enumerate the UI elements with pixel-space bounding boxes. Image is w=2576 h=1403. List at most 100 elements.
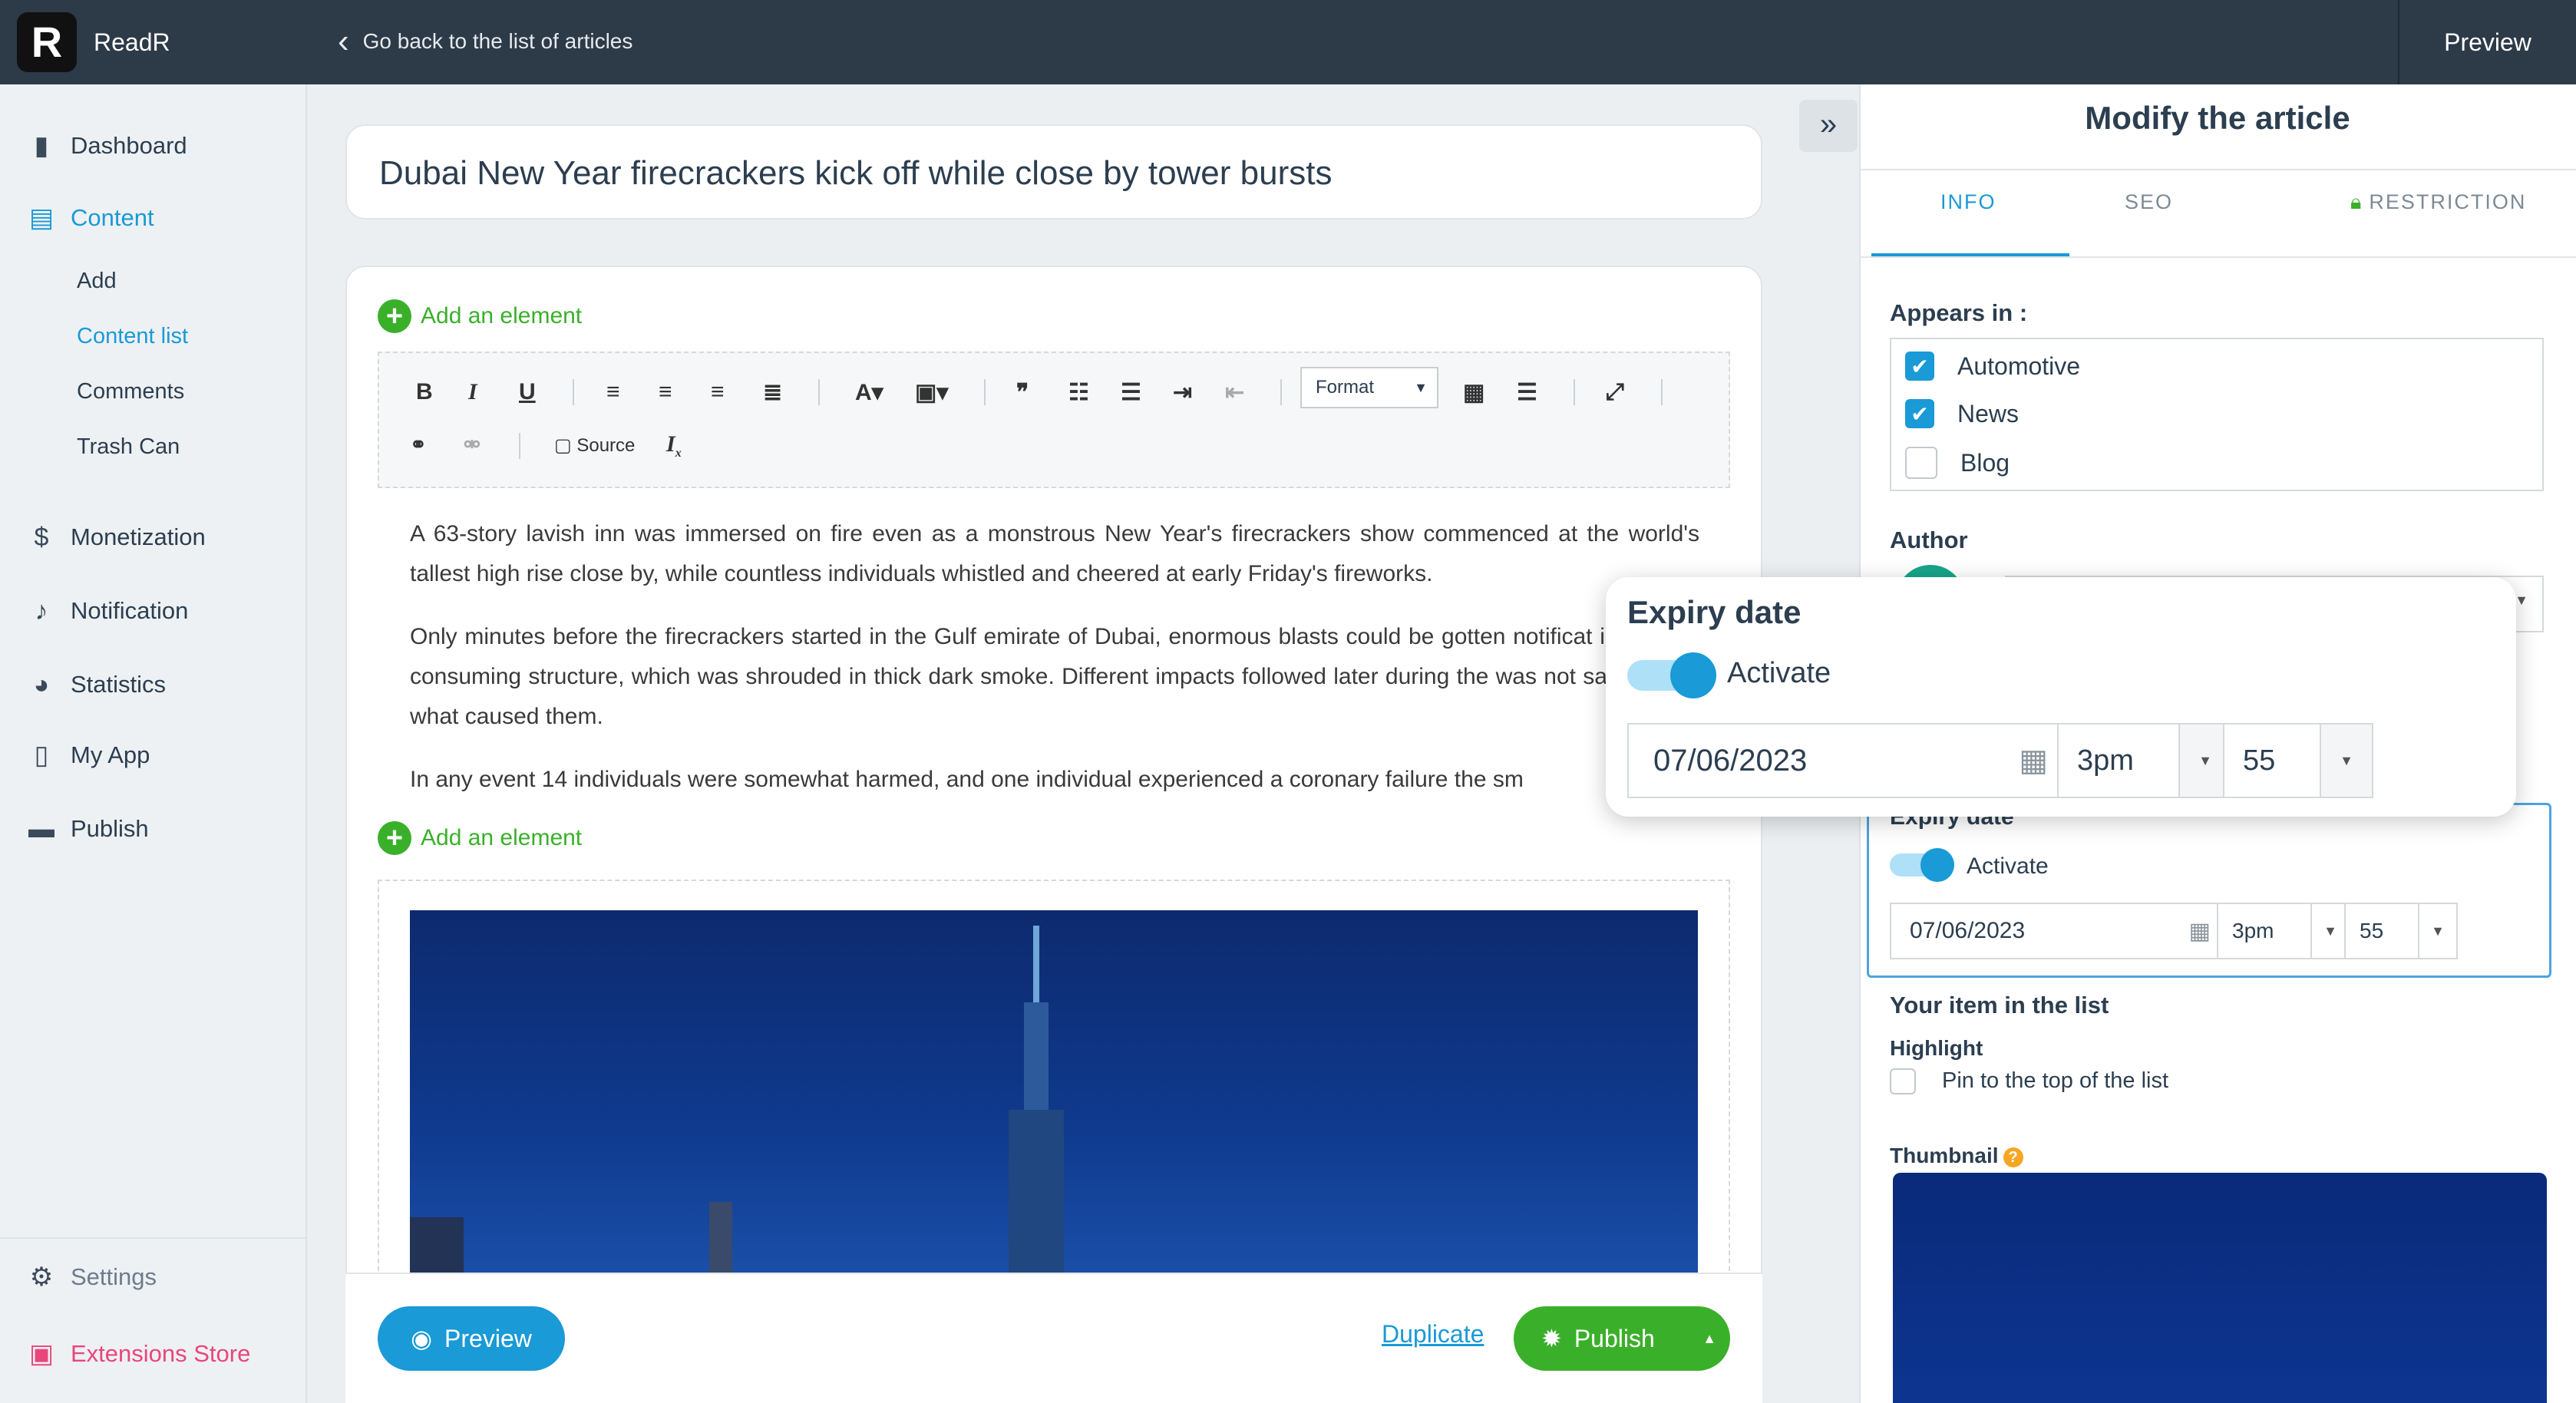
- sidebar-subitem-add[interactable]: Add: [77, 269, 117, 294]
- unlink-icon[interactable]: ⚮: [464, 433, 481, 457]
- panel-title: Modify the article: [2085, 100, 2350, 136]
- expiry-date-input[interactable]: 07/06/2023 ▦: [1890, 903, 2226, 959]
- pie-chart-icon: ◕: [33, 669, 50, 699]
- collapse-panel-button[interactable]: »: [1799, 100, 1858, 152]
- gear-icon: ⚙: [29, 1263, 54, 1292]
- sidebar-subitem-comments[interactable]: Comments: [77, 379, 184, 404]
- sidebar-item-content[interactable]: ▤ Content: [26, 195, 154, 241]
- help-icon[interactable]: ?: [2003, 1147, 2023, 1167]
- publish-badge-icon: ✹: [1541, 1325, 1562, 1352]
- align-right-icon[interactable]: ≡: [711, 379, 725, 405]
- popup-expiry-date-input[interactable]: 07/06/2023 ▦: [1627, 723, 2068, 798]
- sidebar-item-dashboard[interactable]: ▮ Dashboard: [26, 123, 187, 169]
- toolbar-separator: [984, 379, 986, 405]
- list-section-label: Your item in the list: [1890, 992, 2109, 1018]
- numbered-list-icon[interactable]: ☰: [1121, 379, 1141, 406]
- tab-seo[interactable]: SEO: [2125, 190, 2173, 214]
- category-blog[interactable]: Blog: [1905, 447, 2010, 479]
- sidebar-subitem-trash[interactable]: Trash Can: [77, 434, 180, 460]
- sidebar-divider: [0, 1237, 307, 1239]
- highlight-label: Highlight: [1890, 1036, 1983, 1060]
- outdent-icon[interactable]: ⇤: [1225, 379, 1244, 406]
- underline-icon[interactable]: U: [519, 379, 536, 405]
- expiry-hour-select[interactable]: 3pm ▼: [2217, 903, 2350, 959]
- maximize-icon[interactable]: ⤢: [1606, 379, 1624, 405]
- link-icon[interactable]: ⚭: [410, 433, 427, 457]
- sidebar-item-publish[interactable]: ▬ Publish: [26, 806, 149, 852]
- app-logo[interactable]: R: [17, 12, 77, 72]
- sidebar-item-extensions-store[interactable]: ▣ Extensions Store: [26, 1331, 250, 1377]
- toolbar-separator: [519, 433, 520, 459]
- toolbar-separator: [573, 379, 574, 405]
- checkbox-unchecked-icon[interactable]: [1905, 447, 1937, 479]
- plus-icon: +: [378, 821, 411, 855]
- sidebar-item-my-app[interactable]: ▯ My App: [26, 732, 150, 778]
- activate-toggle[interactable]: [1890, 848, 1954, 882]
- bell-icon: ♪: [35, 596, 48, 626]
- double-chevron-right-icon: »: [1819, 107, 1838, 141]
- checkbox-checked-icon[interactable]: ✔: [1905, 399, 1934, 428]
- thumbnail-image[interactable]: [1893, 1173, 2547, 1403]
- article-image[interactable]: [410, 910, 1698, 1276]
- category-news[interactable]: ✔ News: [1905, 399, 2019, 428]
- pin-to-top-checkbox[interactable]: [1890, 1068, 1916, 1094]
- align-left-icon[interactable]: ≡: [606, 379, 620, 405]
- caret-down-icon: ▼: [2310, 904, 2349, 958]
- expiry-minute-select[interactable]: 55 ▼: [2344, 903, 2458, 959]
- background-color-icon[interactable]: ▣▾: [915, 379, 948, 406]
- store-icon: ▣: [28, 1339, 54, 1368]
- format-dropdown[interactable]: Format ▼: [1300, 367, 1438, 408]
- back-to-list-link[interactable]: ‹ Go back to the list of articles: [338, 20, 632, 63]
- pin-to-top-label: Pin to the top of the list: [1942, 1068, 2169, 1093]
- preview-top-button[interactable]: Preview: [2398, 0, 2576, 84]
- bar-chart-icon: ▮: [34, 131, 49, 160]
- article-body[interactable]: A 63-story lavish inn was immersed on fi…: [410, 514, 1699, 797]
- tab-info[interactable]: INFO: [1940, 190, 1996, 214]
- table-icon[interactable]: ▦: [1463, 379, 1485, 406]
- popup-expiry-minute-select[interactable]: 55 ▼: [2223, 723, 2373, 798]
- bulleted-list-icon[interactable]: ☷: [1068, 379, 1089, 406]
- calendar-icon[interactable]: ▦: [2019, 743, 2048, 778]
- add-element-button[interactable]: + Add an element: [378, 299, 582, 333]
- remove-format-icon[interactable]: Ix: [666, 431, 682, 461]
- sidebar-item-statistics[interactable]: ◕ Statistics: [26, 662, 166, 708]
- lock-icon: 🔒︎: [2350, 190, 2363, 213]
- publish-icon: ▬: [28, 814, 54, 843]
- popup-expiry-hour-select[interactable]: 3pm ▼: [2057, 723, 2232, 798]
- back-link-label: Go back to the list of articles: [362, 29, 633, 53]
- caret-up-icon[interactable]: ▲: [1702, 1331, 1716, 1347]
- article-title-input[interactable]: Dubai New Year firecrackers kick off whi…: [345, 124, 1762, 220]
- sidebar-item-notification[interactable]: ♪ Notification: [26, 588, 189, 634]
- add-element-button[interactable]: + Add an element: [378, 821, 582, 855]
- panel-divider: [1859, 169, 2576, 170]
- activate-label: Activate: [1967, 853, 2049, 879]
- calendar-icon[interactable]: ▦: [2189, 918, 2211, 945]
- horizontal-rule-icon[interactable]: ☰: [1517, 379, 1537, 406]
- align-justify-icon[interactable]: ≣: [763, 379, 782, 406]
- thumbnail-label: Thumbnail?: [1890, 1144, 2023, 1168]
- rich-text-toolbar: [378, 352, 1730, 488]
- app-name: ReadR: [94, 28, 170, 56]
- align-center-icon[interactable]: ≡: [659, 379, 672, 405]
- sidebar-item-settings[interactable]: ⚙ Settings: [26, 1254, 157, 1300]
- sidebar-item-monetization[interactable]: $ Monetization: [26, 514, 206, 560]
- preview-button[interactable]: ◉ Preview: [378, 1306, 565, 1371]
- toggle-knob: [1670, 652, 1716, 698]
- bold-icon[interactable]: B: [416, 379, 433, 405]
- phone-icon: ▯: [34, 741, 49, 770]
- tab-restriction[interactable]: 🔒︎ RESTRICTION: [2350, 190, 2526, 215]
- category-automotive[interactable]: ✔ Automotive: [1905, 352, 2080, 381]
- text-color-icon[interactable]: A▾: [855, 379, 883, 406]
- popup-activate-toggle[interactable]: [1627, 652, 1716, 698]
- indent-icon[interactable]: ⇥: [1173, 379, 1192, 406]
- author-label: Author: [1890, 527, 1968, 553]
- eye-icon: ◉: [411, 1325, 433, 1352]
- italic-icon[interactable]: I: [468, 379, 477, 405]
- blockquote-icon[interactable]: ❞: [1016, 379, 1029, 406]
- source-button[interactable]: ▢ Source: [554, 434, 635, 457]
- publish-button[interactable]: ✹ Publish ▲: [1514, 1306, 1730, 1371]
- duplicate-link[interactable]: Duplicate: [1382, 1320, 1484, 1349]
- sidebar-subitem-content-list[interactable]: Content list: [77, 324, 188, 349]
- article-paragraph: Only minutes before the firecrackers sta…: [410, 624, 1699, 729]
- checkbox-checked-icon[interactable]: ✔: [1905, 352, 1934, 381]
